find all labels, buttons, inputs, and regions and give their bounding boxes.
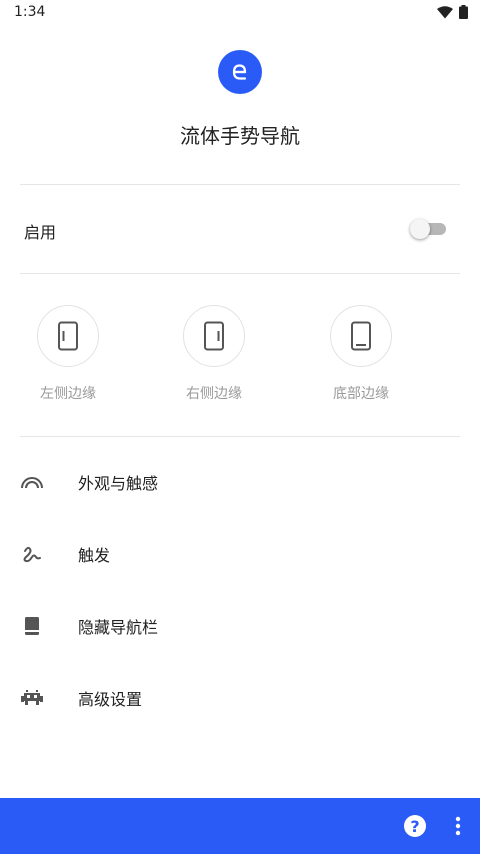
enable-row[interactable]: 启用 [0,185,480,273]
menu-label-trigger: 触发 [78,546,111,565]
enable-label: 启用 [24,223,57,242]
edge-left-label: 左侧边缘 [40,386,96,402]
edge-left-circle [37,305,99,367]
menu-item-appearance[interactable]: 外观与触感 [0,452,480,512]
phone-bottom-edge-icon [351,321,371,351]
bottom-app-bar: ? [0,798,480,854]
edge-bottom-circle [330,305,392,367]
edge-bottom-label: 底部边缘 [333,386,389,402]
status-bar: 1:34 [0,0,480,24]
menu-label-hide-navbar: 隐藏导航栏 [78,618,159,637]
toggle-thumb [410,219,430,239]
menu-item-trigger[interactable]: 触发 [0,524,480,584]
rainbow-icon [20,470,44,494]
space-invader-icon [20,686,44,710]
menu-item-hide-navbar[interactable]: 隐藏导航栏 [0,596,480,656]
phone-right-edge-icon [204,321,224,351]
battery-icon [459,5,468,19]
wifi-icon [437,5,453,18]
edge-right-circle [183,305,245,367]
edge-right-button[interactable]: 右侧边缘 [168,305,260,415]
edge-right-label: 右侧边缘 [186,386,242,402]
book-icon [20,614,44,638]
menu-item-advanced[interactable]: 高级设置 [0,668,480,728]
gesture-logo-icon [232,64,247,80]
gesture-squiggle-icon [20,542,44,566]
status-time: 1:34 [14,4,46,20]
divider [20,273,460,274]
status-icons [437,5,468,19]
menu-label-advanced: 高级设置 [78,690,143,709]
app-title: 流体手势导航 [180,124,300,148]
app-logo [218,50,262,94]
help-icon[interactable]: ? [404,815,426,837]
edge-bottom-button[interactable]: 底部边缘 [315,305,407,415]
divider [20,436,460,437]
more-vert-icon[interactable] [448,814,468,838]
enable-toggle[interactable] [410,219,446,239]
menu-label-appearance: 外观与触感 [78,474,159,493]
phone-left-edge-icon [58,321,78,351]
edge-left-button[interactable]: 左侧边缘 [22,305,114,415]
